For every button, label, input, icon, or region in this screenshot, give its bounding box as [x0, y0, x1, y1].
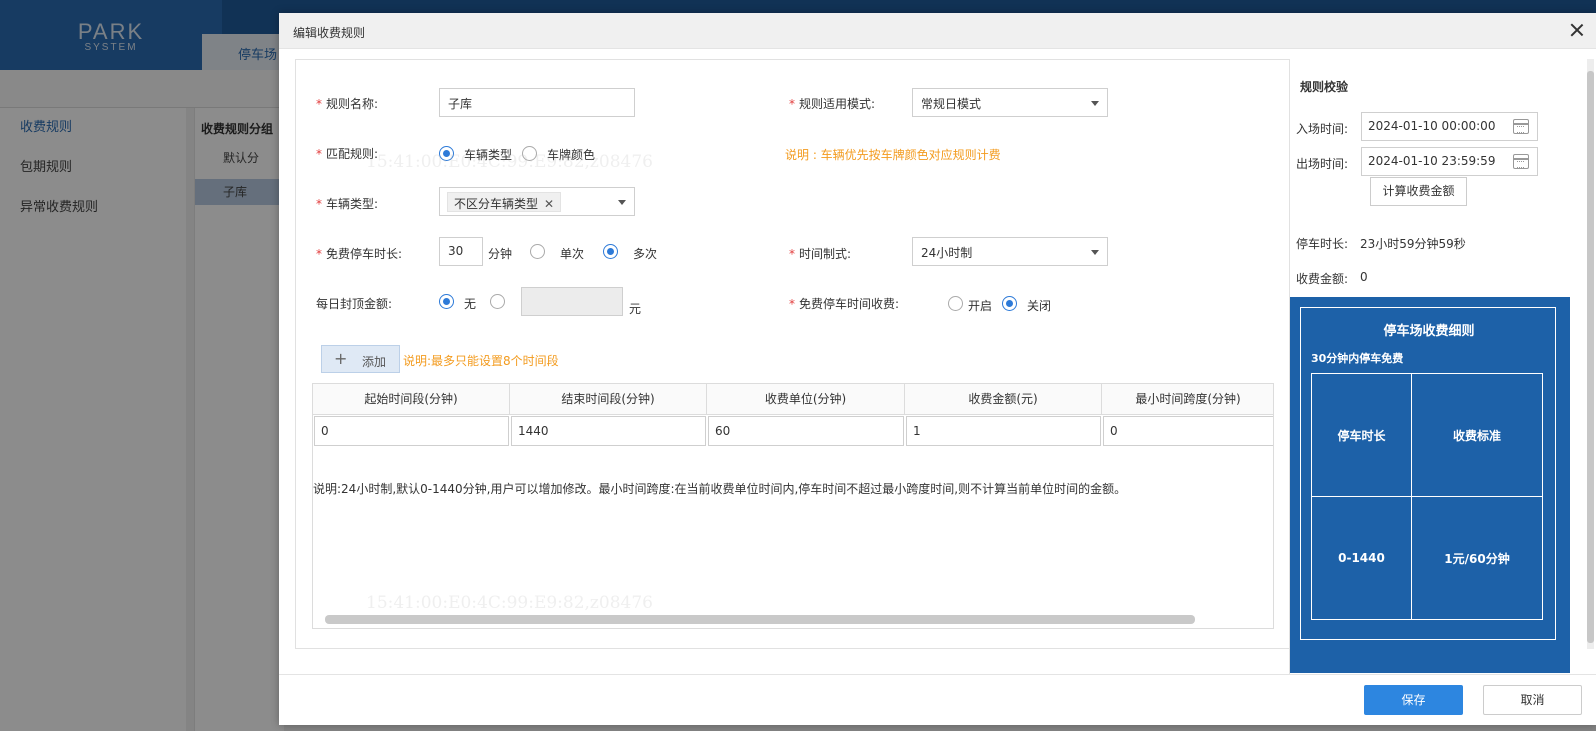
- vehicle-type-select[interactable]: 不区分车辆类型 ✕: [439, 187, 635, 216]
- fee-grid-header-duration: 停车时长: [1311, 373, 1412, 497]
- free-charge-label: * 免费停车时间收费:: [789, 297, 900, 311]
- calendar-icon[interactable]: [1513, 119, 1529, 134]
- fee-grid-header-standard: 收费标准: [1411, 373, 1543, 497]
- entry-time-input[interactable]: 2024-01-10 00:00:00: [1361, 112, 1538, 141]
- cap-opt-none: 无: [464, 297, 477, 311]
- dialog-title: 编辑收费规则: [293, 26, 366, 40]
- free-radio-single[interactable]: [530, 244, 545, 259]
- cell-unit-input[interactable]: 60: [708, 416, 904, 446]
- table-header: 最小时间跨度(分钟): [1102, 384, 1273, 415]
- plus-icon: +: [334, 349, 348, 368]
- free-charge-radio-off[interactable]: [1002, 296, 1017, 311]
- edit-rule-dialog: 编辑收费规则 * 规则名称: 子库 * 规则适用模式: 常规日模式 * 匹配规则: 车…: [279, 13, 1596, 725]
- watermark: 15:41:00:E0:4C:99:E9:82,z08476: [366, 152, 653, 172]
- time-system-label: * 时间制式:: [789, 247, 852, 261]
- cell-amount-input[interactable]: 1: [906, 416, 1101, 446]
- chevron-down-icon: [618, 200, 626, 205]
- mode-label: * 规则适用模式:: [789, 97, 876, 111]
- duration-value: 23小时59分钟59秒: [1360, 237, 1466, 251]
- verify-title: 规则校验: [1300, 80, 1349, 94]
- cap-amount-input[interactable]: [521, 287, 623, 316]
- add-time-period-button[interactable]: + 添加: [321, 345, 400, 373]
- add-note: 说明:最多只能设置8个时间段: [403, 354, 559, 368]
- table-header: 收费单位(分钟): [707, 384, 905, 415]
- fee-detail-subtitle: 30分钟内停车免费: [1311, 352, 1404, 365]
- rule-verify-panel: 规则校验 入场时间: 2024-01-10 00:00:00 出场时间: 202…: [1289, 59, 1570, 683]
- free-duration-input[interactable]: 30: [439, 237, 483, 266]
- free-charge-radio-on[interactable]: [948, 296, 963, 311]
- cell-min-span-input[interactable]: 0: [1103, 416, 1273, 446]
- watermark: 15:41:00:E0:4C:99:E9:82,z08476: [366, 593, 653, 613]
- close-icon[interactable]: [1568, 21, 1586, 39]
- cell-end-input[interactable]: 1440: [511, 416, 706, 446]
- save-button[interactable]: 保存: [1364, 685, 1463, 715]
- free-opt-multiple: 多次: [633, 247, 658, 261]
- fee-detail-card: 停车场收费细则 30分钟内停车免费 停车时长 收费标准 0-1440 1元/60…: [1290, 297, 1570, 673]
- free-opt-single: 单次: [560, 247, 585, 261]
- exit-time-label: 出场时间:: [1296, 157, 1349, 171]
- fee-grid-value-standard: 1元/60分钟: [1411, 496, 1543, 620]
- free-radio-multiple[interactable]: [603, 244, 618, 259]
- fee-detail-title: 停车场收费细则: [1383, 324, 1475, 339]
- fee-grid-value-duration: 0-1440: [1311, 496, 1412, 620]
- cap-unit: 元: [629, 302, 642, 316]
- chevron-down-icon: [1091, 250, 1099, 255]
- calendar-icon[interactable]: [1513, 154, 1529, 169]
- table-note: 说明:24小时制,默认0-1440分钟,用户可以增加修改。最小时间跨度:在当前收…: [313, 482, 1127, 496]
- horizontal-scrollbar[interactable]: [325, 615, 1195, 624]
- calculate-fee-button[interactable]: 计算收费金额: [1370, 177, 1467, 206]
- free-charge-opt-on: 开启: [968, 299, 993, 313]
- rule-form: * 规则名称: 子库 * 规则适用模式: 常规日模式 * 匹配规则: 车辆类型 车牌颜…: [295, 59, 1298, 649]
- duration-label: 停车时长:: [1296, 237, 1349, 251]
- cap-radio-amount[interactable]: [490, 294, 505, 309]
- dialog-footer: 保存 取消: [279, 674, 1596, 725]
- vehicle-type-tag: 不区分车辆类型 ✕: [447, 192, 562, 212]
- daily-cap-label: 每日封顶金额:: [316, 297, 393, 311]
- entry-time-value: 2024-01-10 00:00:00: [1368, 119, 1496, 133]
- free-duration-label: * 免费停车时长:: [316, 247, 403, 261]
- scrollbar-thumb[interactable]: [1587, 71, 1594, 643]
- rule-name-label: * 规则名称:: [316, 97, 379, 111]
- amount-value: 0: [1360, 270, 1368, 284]
- exit-time-input[interactable]: 2024-01-10 23:59:59: [1361, 147, 1538, 176]
- add-button-label: 添加: [362, 355, 387, 369]
- tag-close-icon[interactable]: ✕: [544, 197, 554, 211]
- table-header: 起始时间段(分钟): [313, 384, 510, 415]
- table-header: 结束时间段(分钟): [510, 384, 707, 415]
- entry-time-label: 入场时间:: [1296, 122, 1349, 136]
- cell-start-input[interactable]: 0: [314, 416, 509, 446]
- free-charge-opt-off: 关闭: [1027, 299, 1052, 313]
- amount-label: 收费金额:: [1296, 272, 1349, 286]
- time-system-select[interactable]: 24小时制: [912, 237, 1108, 266]
- mode-select-value: 常规日模式: [921, 97, 982, 111]
- chevron-down-icon: [1091, 101, 1099, 106]
- fee-detail-frame: 停车场收费细则 30分钟内停车免费 停车时长 收费标准 0-1440 1元/60…: [1300, 307, 1556, 640]
- time-system-value: 24小时制: [921, 246, 973, 260]
- free-duration-unit: 分钟: [488, 247, 513, 261]
- table-header: 收费金额(元): [905, 384, 1102, 415]
- vertical-scrollbar[interactable]: [1587, 59, 1594, 649]
- dialog-header: 编辑收费规则: [279, 13, 1596, 49]
- match-note: 说明 : 车辆优先按车牌颜色对应规则计费: [785, 148, 1001, 162]
- cancel-button[interactable]: 取消: [1483, 685, 1582, 715]
- vehicle-type-label: * 车辆类型:: [316, 197, 379, 211]
- cap-radio-none[interactable]: [439, 294, 454, 309]
- rule-name-input[interactable]: 子库: [439, 88, 635, 117]
- exit-time-value: 2024-01-10 23:59:59: [1368, 154, 1496, 168]
- mode-select[interactable]: 常规日模式: [912, 88, 1108, 117]
